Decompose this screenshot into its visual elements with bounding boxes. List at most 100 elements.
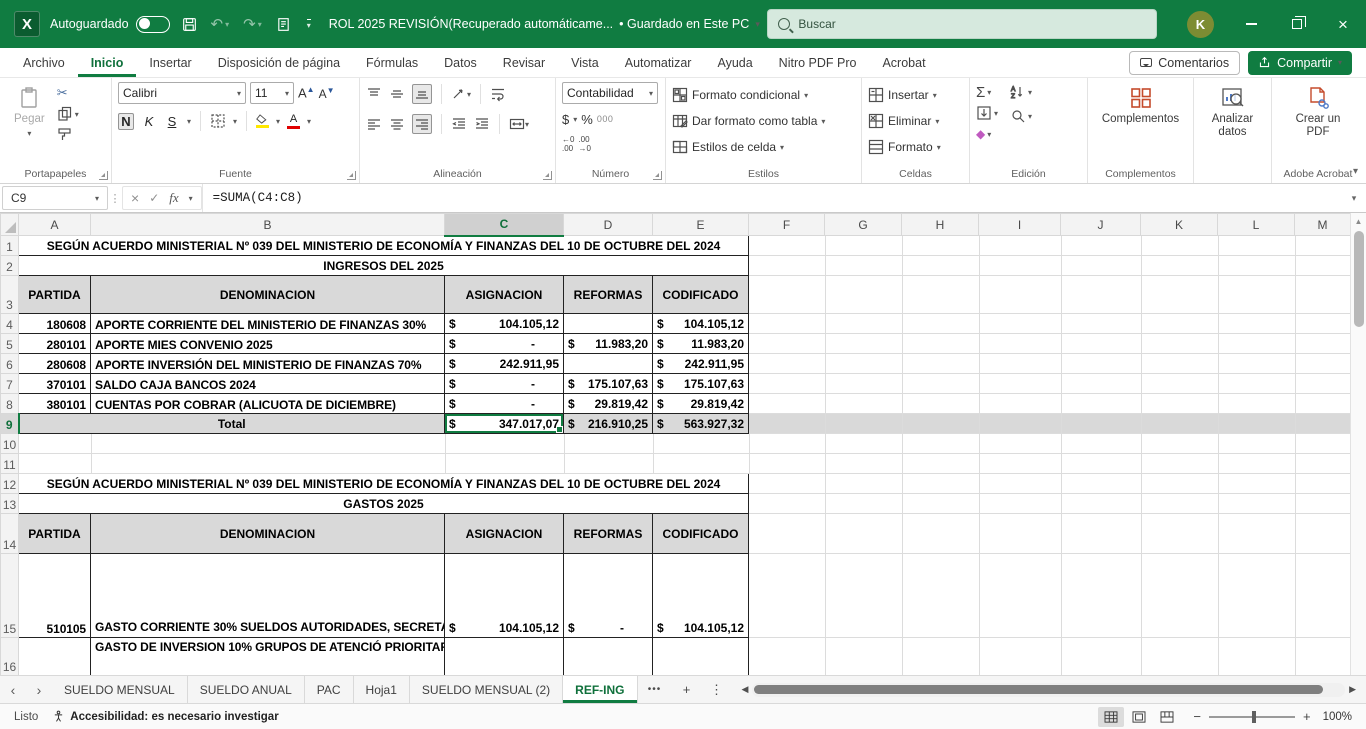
grid-cells-empty[interactable] (749, 374, 1351, 394)
addins-button[interactable]: Complementos (1094, 82, 1187, 130)
grid-cells-empty[interactable] (19, 434, 1351, 454)
grid-cells-empty[interactable] (749, 256, 1351, 276)
cell-e4[interactable]: $104.105,12 (653, 314, 749, 334)
fill-button[interactable]: ▾ (976, 105, 998, 121)
column-header-l[interactable]: L (1218, 214, 1295, 236)
align-center-icon[interactable] (389, 116, 405, 132)
scroll-up-icon[interactable]: ▲ (1351, 213, 1366, 229)
row-header-6[interactable]: 6 (1, 354, 19, 374)
tab-archivo[interactable]: Archivo (10, 48, 78, 77)
decrease-indent-icon[interactable] (451, 116, 467, 132)
grid-cells-empty[interactable] (749, 394, 1351, 414)
tab-disposicion[interactable]: Disposición de página (205, 48, 353, 77)
create-pdf-button[interactable]: Crear un PDF (1278, 82, 1358, 143)
column-header-i[interactable]: I (979, 214, 1061, 236)
shrink-font-button[interactable]: A▼ (319, 86, 335, 101)
clear-button[interactable]: ◆▾ (976, 126, 998, 142)
comma-format-button[interactable]: 000 (597, 114, 614, 124)
cell-b7[interactable]: SALDO CAJA BANCOS 2024 (91, 374, 445, 394)
sheet-tab-hoja1[interactable]: Hoja1 (354, 676, 410, 703)
scroll-left-icon[interactable]: ◀ (738, 684, 753, 695)
cell-total-label[interactable]: Total (19, 414, 445, 434)
currency-format-button[interactable]: $ (562, 112, 569, 127)
increase-indent-icon[interactable] (474, 116, 490, 132)
align-top-icon[interactable] (366, 86, 382, 102)
delete-cells-button[interactable]: Eliminar ▾ (868, 110, 939, 132)
italic-button[interactable]: K (141, 114, 157, 129)
tab-nitro-pdf[interactable]: Nitro PDF Pro (766, 48, 870, 77)
tab-formulas[interactable]: Fórmulas (353, 48, 431, 77)
cell-header-asignacion[interactable]: ASIGNACION (445, 276, 564, 314)
chevron-down-icon[interactable]: ▾ (573, 115, 577, 124)
font-size-select[interactable]: 11▾ (250, 82, 294, 104)
analyze-data-button[interactable]: Analizar datos (1200, 82, 1265, 143)
row-header-15[interactable]: 15 (1, 554, 19, 638)
grid-cells-empty[interactable] (749, 554, 1351, 638)
dialog-launcher-icon[interactable] (347, 171, 356, 180)
cut-button[interactable]: ✂ (57, 85, 79, 101)
row-header-1[interactable]: 1 (1, 236, 19, 256)
cell-e15[interactable]: $104.105,12 (653, 554, 749, 638)
cell-b4[interactable]: APORTE CORRIENTE DEL MINISTERIO DE FINAN… (91, 314, 445, 334)
cell-header-codificado[interactable]: CODIFICADO (653, 276, 749, 314)
grow-font-button[interactable]: A▲ (298, 85, 315, 100)
cell-b8[interactable]: CUENTAS POR COBRAR (ALICUOTA DE DICIEMBR… (91, 394, 445, 414)
font-name-select[interactable]: Calibri▾ (118, 82, 246, 104)
tab-automatizar[interactable]: Automatizar (612, 48, 705, 77)
cell-styles-button[interactable]: Estilos de celda ▾ (672, 136, 784, 158)
cell-header2-partida[interactable]: PARTIDA (19, 514, 91, 554)
number-format-select[interactable]: Contabilidad▾ (562, 82, 658, 104)
vertical-scrollbar[interactable]: ▲ (1350, 213, 1366, 675)
print-preview-button[interactable] (276, 17, 291, 32)
cell-d5[interactable]: $11.983,20 (564, 334, 653, 354)
column-header-j[interactable]: J (1061, 214, 1141, 236)
column-header-e[interactable]: E (653, 214, 749, 236)
row-header-8[interactable]: 8 (1, 394, 19, 414)
tab-vista[interactable]: Vista (558, 48, 612, 77)
cell-header2-reformas[interactable]: REFORMAS (564, 514, 653, 554)
cell-e6[interactable]: $242.911,95 (653, 354, 749, 374)
grid-cells-empty[interactable] (749, 236, 1351, 256)
align-bottom-button[interactable] (412, 84, 432, 104)
row-header-11[interactable]: 11 (1, 454, 19, 474)
sheet-nav-right[interactable]: › (26, 676, 52, 703)
decrease-decimal-button[interactable]: .00 →0 (578, 136, 590, 154)
cell-header2-denominacion[interactable]: DENOMINACION (91, 514, 445, 554)
increase-decimal-button[interactable]: ←0 .00 (562, 136, 574, 154)
grid-cells-empty[interactable] (749, 514, 1351, 554)
close-button[interactable]: × (1320, 0, 1366, 48)
comments-button[interactable]: Comentarios (1129, 51, 1240, 75)
cell-a7[interactable]: 370101 (19, 374, 91, 394)
cell-b15[interactable]: GASTO CORRIENTE 30% SUELDOS AUTORIDADES,… (91, 554, 445, 638)
grid-cells-empty[interactable] (749, 474, 1351, 494)
chevron-down-icon[interactable]: ▾ (307, 117, 311, 126)
chevron-down-icon[interactable]: ▾ (233, 117, 237, 126)
sheet-options-icon[interactable]: ⋮ (702, 676, 732, 703)
cell-gastos-subtitle[interactable]: GASTOS 2025 (19, 494, 749, 514)
save-status[interactable]: • Guardado en Este PC (619, 17, 749, 31)
qat-customize-button[interactable]: ▾ (305, 19, 311, 30)
sheet-tab-sueldo-mensual-2[interactable]: SUELDO MENSUAL (2) (410, 676, 563, 703)
grid-cells-empty[interactable] (749, 638, 1351, 676)
cell-c15[interactable]: $104.105,12 (445, 554, 564, 638)
tab-insertar[interactable]: Insertar (136, 48, 204, 77)
cell-a8[interactable]: 380101 (19, 394, 91, 414)
cell-ingresos-subtitle[interactable]: INGRESOS DEL 2025 (19, 256, 749, 276)
paste-button[interactable]: Pegar ▾ (6, 82, 53, 142)
confirm-entry-button[interactable]: ✓ (149, 191, 159, 205)
cell-header2-asignacion[interactable]: ASIGNACION (445, 514, 564, 554)
sort-filter-button[interactable]: AZ ▾ (1010, 84, 1032, 100)
sheet-tab-sueldo-anual[interactable]: SUELDO ANUAL (188, 676, 305, 703)
cell-c5[interactable]: $- (445, 334, 564, 354)
tab-datos[interactable]: Datos (431, 48, 490, 77)
cell-header-denominacion[interactable]: DENOMINACION (91, 276, 445, 314)
cell-c7[interactable]: $- (445, 374, 564, 394)
grid-cells-empty[interactable] (749, 334, 1351, 354)
cell-c6[interactable]: $242.911,95 (445, 354, 564, 374)
row-header-2[interactable]: 2 (1, 256, 19, 276)
new-sheet-button[interactable]: + (672, 676, 702, 703)
insert-function-button[interactable]: fx (169, 190, 178, 206)
toggle-off-icon[interactable] (136, 16, 170, 33)
cell-a15[interactable]: 510105 (19, 554, 91, 638)
align-left-icon[interactable] (366, 116, 382, 132)
